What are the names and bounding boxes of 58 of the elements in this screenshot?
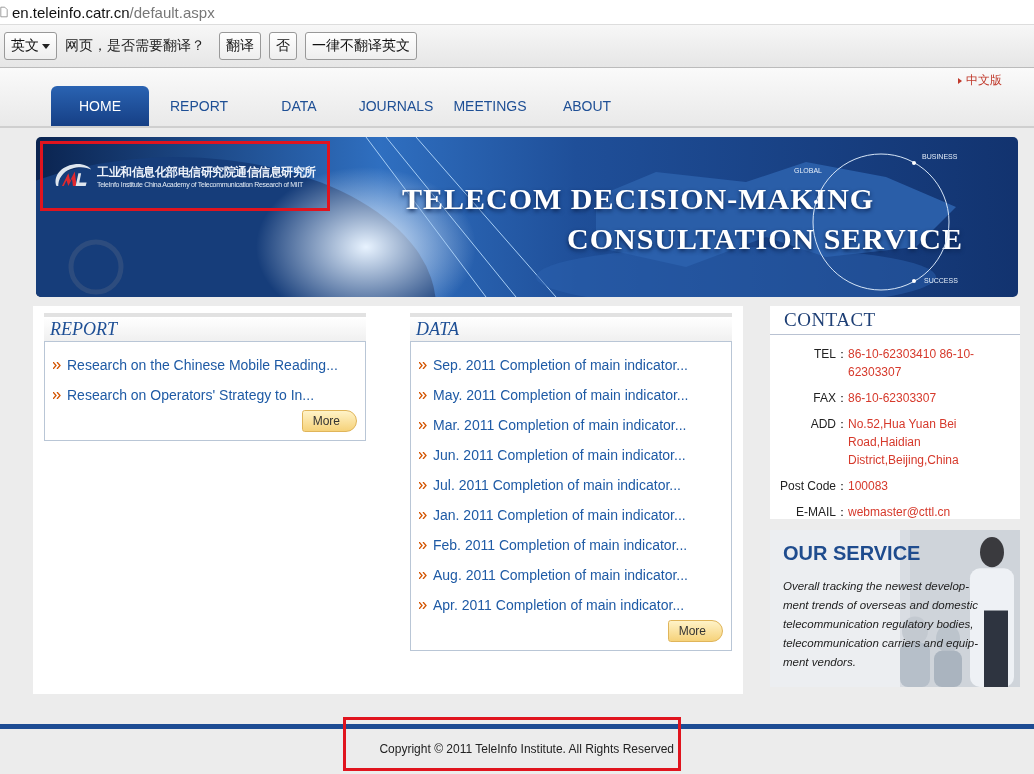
section-title: DATA xyxy=(416,318,459,340)
list-link[interactable]: Research on Operators' Strategy to In... xyxy=(67,387,315,403)
list-link[interactable]: Feb. 2011 Completion of main indicator... xyxy=(433,537,688,553)
arrow-icon xyxy=(958,77,962,84)
section-title: REPORT xyxy=(50,318,117,340)
chevron-icon xyxy=(419,451,427,459)
contact-label: Post Code： xyxy=(778,478,848,495)
contact-label: ADD： xyxy=(809,416,848,433)
more-button[interactable]: More xyxy=(667,620,723,642)
list-link[interactable]: Aug. 2011 Completion of main indicator... xyxy=(433,567,688,583)
list-link[interactable]: Jun. 2011 Completion of main indicator... xyxy=(433,447,686,463)
chevron-icon xyxy=(419,361,427,369)
contact-title: CONTACT xyxy=(784,309,876,331)
chevron-icon xyxy=(419,571,427,579)
contact-label: TEL： xyxy=(813,346,848,363)
language-link[interactable]: 中文版 xyxy=(966,72,1002,89)
list-link[interactable]: Sep. 2011 Completion of main indicator... xyxy=(433,357,688,373)
list-link[interactable]: Mar. 2011 Completion of main indicator... xyxy=(433,417,687,433)
translate-bar-button[interactable]: 翻译 xyxy=(219,32,261,60)
chevron-icon xyxy=(419,601,427,609)
service-description: Overall tracking the newest develop- ment trends of overseas and domestic telecommunication regulatory bodies, telecommunication carriers and equip- ment vendors. xyxy=(783,579,978,670)
translate-bar-button[interactable]: 否 xyxy=(269,32,297,60)
chevron-icon xyxy=(53,361,61,369)
list-link[interactable]: Jan. 2011 Completion of main indicator... xyxy=(433,507,686,523)
chevron-icon xyxy=(419,511,427,519)
chevron-icon xyxy=(419,481,427,489)
translate-bar-button[interactable]: 一律不翻译英文 xyxy=(305,32,417,60)
nav-tab[interactable]: REPORT xyxy=(149,86,249,126)
contact-value: 100083 xyxy=(848,478,890,495)
contact-label: E-MAIL： xyxy=(795,504,848,521)
contact-label: FAX： xyxy=(812,390,848,407)
contact-value: No.52,Hua Yuan Bei Road,Haidian District,Beijing,China xyxy=(848,416,960,469)
nav-tab[interactable]: ABOUT xyxy=(537,86,637,126)
contact-value: 86-10-62303410 86-10-62303307 xyxy=(848,346,976,381)
more-button[interactable]: More xyxy=(301,410,357,432)
chevron-icon xyxy=(419,421,427,429)
chevron-icon xyxy=(53,391,61,399)
nav-tab[interactable]: JOURNALS xyxy=(349,86,443,126)
list-link[interactable]: May. 2011 Completion of main indicator... xyxy=(433,387,689,403)
nav-tab[interactable]: DATA xyxy=(249,86,349,126)
banner-headline: TELECOM DECISION-MAKING xyxy=(402,182,875,216)
institute-name: 工业和信息化部电信研究院通信信息研究所 xyxy=(97,164,316,181)
contact-value: 86-10-62303307 xyxy=(848,390,938,407)
service-title: OUR SERVICE xyxy=(783,542,921,565)
list-link[interactable]: Jul. 2011 Completion of main indicator... xyxy=(433,477,681,493)
language-dropdown[interactable]: 英文 xyxy=(4,32,57,60)
url-text[interactable]: en.teleinfo.catr.cn/default.aspx xyxy=(12,3,215,21)
list-link[interactable]: Research on the Chinese Mobile Reading... xyxy=(67,357,338,373)
nav-tab[interactable]: MEETINGS xyxy=(443,86,537,126)
chevron-icon xyxy=(419,391,427,399)
chevron-icon xyxy=(419,541,427,549)
nav-tab[interactable]: HOME xyxy=(51,86,149,126)
copyright-text: Copyright © 2011 TeleInfo Institute. All Rights Reserved xyxy=(343,717,681,771)
contact-value: webmaster@cttl.cn xyxy=(848,504,952,521)
banner-headline: CONSULTATION SERVICE xyxy=(567,222,963,256)
caret-icon xyxy=(42,43,50,49)
translate-prompt: 网页，是否需要翻译？ xyxy=(65,37,205,55)
list-link[interactable]: Apr. 2011 Completion of main indicator... xyxy=(433,597,685,613)
